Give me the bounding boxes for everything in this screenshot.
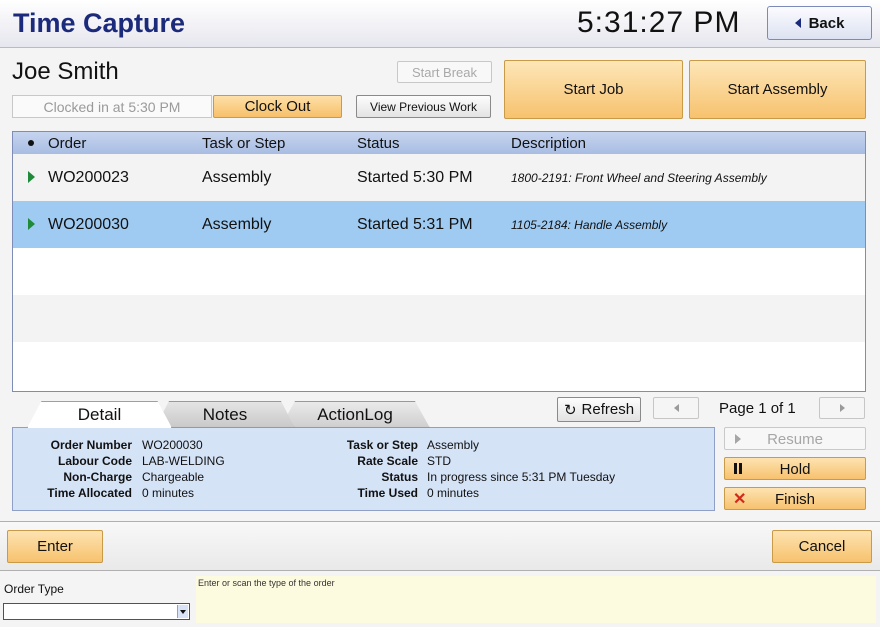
back-arrow-icon xyxy=(794,18,801,28)
refresh-icon: ↻ xyxy=(563,401,577,419)
input-hint: Enter or scan the type of the order xyxy=(196,576,876,623)
start-break-button[interactable]: Start Break xyxy=(397,61,492,83)
clock-out-button[interactable]: Clock Out xyxy=(213,95,342,118)
employee-name: Joe Smith xyxy=(12,58,119,85)
detail-value: 0 minutes xyxy=(427,486,480,500)
empty-row xyxy=(13,295,865,342)
detail-label: Rate Scale xyxy=(357,454,418,468)
detail-label: Task or Step xyxy=(346,438,418,452)
start-assembly-button[interactable]: Start Assembly xyxy=(689,60,866,119)
row-description: 1800-2191: Front Wheel and Steering Asse… xyxy=(511,171,767,185)
row-description: 1105-2184: Handle Assembly xyxy=(511,218,668,232)
cancel-button[interactable]: Cancel xyxy=(772,530,872,563)
enter-button[interactable]: Enter xyxy=(7,530,103,563)
row-order: WO200023 xyxy=(48,169,129,186)
detail-label: Labour Code xyxy=(58,454,132,468)
detail-value: 0 minutes xyxy=(142,486,195,500)
previous-page-button[interactable] xyxy=(653,397,699,419)
clock-display: 5:31:27 PM xyxy=(577,6,741,39)
chevron-down-icon[interactable] xyxy=(177,605,188,618)
detail-value: WO200030 xyxy=(142,438,203,452)
detail-value: In progress since 5:31 PM Tuesday xyxy=(427,470,616,484)
column-header-description[interactable]: Description xyxy=(511,135,586,152)
view-previous-work-button[interactable]: View Previous Work xyxy=(356,95,491,118)
table-header: Order Task or Step Status Description xyxy=(13,132,865,154)
row-status: Started 5:31 PM xyxy=(357,216,473,233)
resume-button-label: Resume xyxy=(767,431,823,448)
play-icon xyxy=(28,171,35,183)
title-bar: Time Capture 5:31:27 PM Back xyxy=(0,0,880,48)
tab-detail[interactable]: Detail xyxy=(27,401,172,428)
detail-value: Assembly xyxy=(427,438,480,452)
detail-label: Time Used xyxy=(357,486,418,500)
clocked-in-status: Clocked in at 5:30 PM xyxy=(12,95,212,118)
refresh-button[interactable]: ↻ Refresh xyxy=(557,397,641,422)
detail-panel: Order Number WO200030 Labour Code LAB-WE… xyxy=(12,427,715,511)
app-title: Time Capture xyxy=(13,8,186,38)
table-row-selected[interactable]: WO200030 Assembly Started 5:31 PM 1105-2… xyxy=(13,201,865,248)
row-status: Started 5:30 PM xyxy=(357,169,473,186)
refresh-button-label: Refresh xyxy=(581,401,635,418)
order-type-select[interactable] xyxy=(3,603,190,620)
resume-button[interactable]: Resume xyxy=(724,427,866,450)
finish-button-label: Finish xyxy=(774,491,815,508)
empty-row xyxy=(13,342,865,389)
start-job-button[interactable]: Start Job xyxy=(504,60,683,119)
row-task: Assembly xyxy=(202,216,272,233)
bullet-icon xyxy=(28,140,34,146)
detail-value: LAB-WELDING xyxy=(142,454,225,468)
next-page-button[interactable] xyxy=(819,397,865,419)
column-header-order[interactable]: Order xyxy=(48,135,86,152)
row-task: Assembly xyxy=(202,169,272,186)
bottom-toolbar xyxy=(0,521,880,571)
detail-label: Non-Charge xyxy=(63,470,132,484)
back-button[interactable]: Back xyxy=(767,6,872,40)
tab-notes[interactable]: Notes xyxy=(155,401,295,428)
detail-label: Order Number xyxy=(50,438,132,452)
finish-button[interactable]: ✕ Finish xyxy=(724,487,866,510)
page-indicator: Page 1 of 1 xyxy=(719,400,796,417)
hold-button[interactable]: Hold xyxy=(724,457,866,480)
detail-value: Chargeable xyxy=(142,470,205,484)
empty-row xyxy=(13,248,865,295)
play-icon xyxy=(28,218,35,230)
column-header-task[interactable]: Task or Step xyxy=(202,135,285,152)
jobs-table: Order Task or Step Status Description WO… xyxy=(12,131,866,392)
hold-button-label: Hold xyxy=(779,461,811,478)
row-order: WO200030 xyxy=(48,216,129,233)
table-row[interactable]: WO200023 Assembly Started 5:30 PM 1800-2… xyxy=(13,154,865,201)
tab-actionlog[interactable]: ActionLog xyxy=(280,401,430,428)
detail-label: Status xyxy=(381,470,418,484)
chevron-right-icon xyxy=(839,404,845,412)
column-header-status[interactable]: Status xyxy=(357,135,400,152)
detail-value: STD xyxy=(427,454,451,468)
back-button-label: Back xyxy=(808,14,845,32)
order-type-label: Order Type xyxy=(4,582,64,596)
detail-label: Time Allocated xyxy=(47,486,132,500)
chevron-left-icon xyxy=(673,404,679,412)
